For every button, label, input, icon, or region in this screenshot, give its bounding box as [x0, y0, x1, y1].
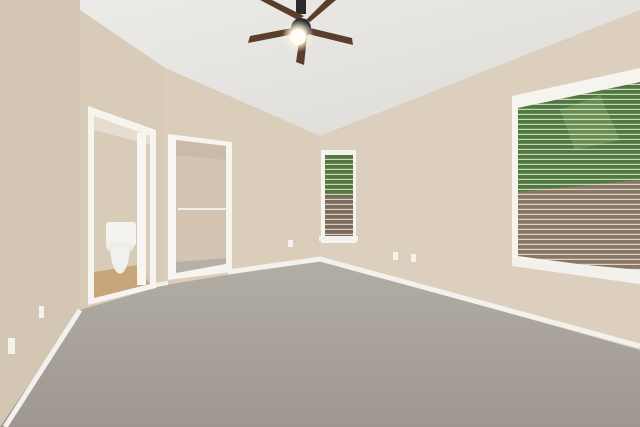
baseboard: [154, 281, 169, 287]
wall-outlet: [8, 338, 15, 354]
wall-outlet: [288, 240, 293, 247]
large-window[interactable]: [512, 68, 640, 284]
bathroom-doorway[interactable]: [88, 106, 156, 305]
wall-outlet: [411, 254, 416, 262]
closet-door-edge[interactable]: [168, 136, 176, 279]
bedroom-scene: [0, 0, 640, 427]
small-window[interactable]: [319, 150, 358, 243]
bathroom-door-edge[interactable]: [137, 133, 146, 285]
wall-outlet: [393, 252, 398, 260]
wall-outlet: [39, 306, 44, 318]
closet-doorway[interactable]: [168, 134, 232, 280]
